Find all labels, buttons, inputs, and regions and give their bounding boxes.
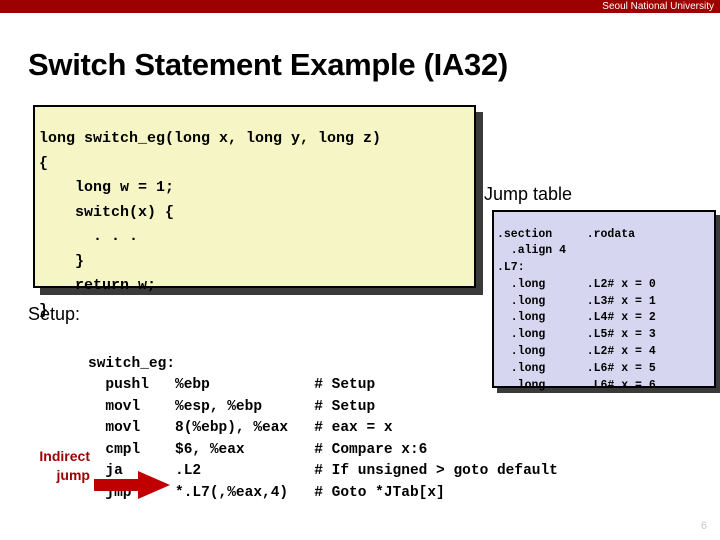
indirect-jump-line-2: jump [56, 467, 90, 483]
institution-name: Seoul National University [602, 1, 714, 12]
page-title: Switch Statement Example (IA32) [28, 47, 508, 82]
institution-banner: Seoul National University [0, 0, 720, 13]
page-number: 6 [700, 520, 707, 532]
c-source-code-text: long switch_eg(long x, long y, long z) {… [39, 130, 382, 319]
setup-label: Setup: [28, 304, 81, 324]
indirect-jump-callout: Indirect jump [12, 447, 90, 485]
jump-table-label: Jump table [484, 184, 573, 204]
indirect-jump-line-1: Indirect [39, 448, 90, 464]
right-arrow-icon [94, 471, 170, 499]
c-source-code-panel: long switch_eg(long x, long y, long z) {… [33, 105, 476, 319]
